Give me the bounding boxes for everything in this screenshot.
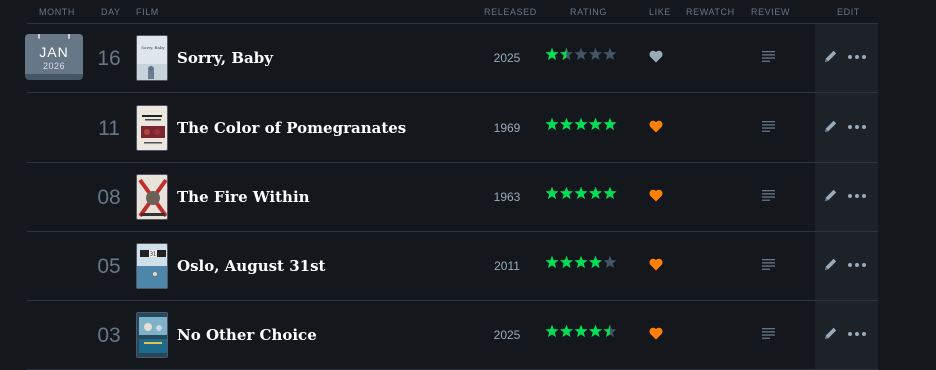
poster-day-number: 31 — [150, 252, 156, 258]
heart-icon[interactable] — [649, 258, 663, 271]
star-empty-icon — [574, 47, 588, 60]
more-options-icon[interactable] — [848, 332, 866, 337]
star-rating — [545, 324, 620, 340]
column-header-month: MONTH — [39, 7, 75, 17]
pencil-edit-icon[interactable] — [823, 257, 838, 272]
pencil-edit-icon[interactable] — [823, 119, 838, 134]
diary-table: MONTH DAY FILM RELEASED RATING LIKE REWA… — [25, 0, 878, 370]
star-full-icon — [603, 117, 617, 130]
star-rating — [545, 186, 620, 202]
column-header-like: LIKE — [649, 7, 671, 17]
star-full-icon — [560, 186, 573, 199]
calendar-ring-icon — [38, 34, 40, 39]
star-full-icon — [560, 117, 573, 130]
more-options-icon[interactable] — [848, 263, 866, 268]
the-color-of-pomegranates-poster[interactable] — [136, 105, 168, 151]
calendar-ring-icon — [68, 34, 70, 39]
pencil-edit-icon[interactable] — [823, 49, 838, 64]
entry-day[interactable]: 08 — [85, 186, 133, 210]
star-full-icon — [574, 186, 588, 199]
star-rating — [545, 47, 620, 63]
column-header-edit: EDIT — [837, 7, 860, 17]
heart-icon[interactable] — [649, 327, 663, 340]
star-full-icon — [589, 324, 602, 337]
heart-icon[interactable] — [649, 50, 663, 63]
film-title-link[interactable]: Oslo, August 31st — [177, 257, 325, 275]
star-rating-icons — [545, 186, 617, 199]
review-lines-icon[interactable] — [762, 190, 775, 201]
column-header-released: RELEASED — [484, 7, 537, 17]
star-rating — [545, 255, 620, 271]
diary-entry-row[interactable]: 08 The Fire Within 1963 — [27, 163, 878, 232]
film-title-link[interactable]: Sorry, Baby — [177, 49, 273, 67]
star-full-icon — [545, 117, 559, 130]
star-rating-icons — [545, 117, 617, 130]
sorry-baby-poster[interactable]: Sorry, Baby — [136, 35, 168, 81]
star-full-icon — [603, 186, 617, 199]
star-full-icon — [560, 324, 573, 337]
table-header: MONTH DAY FILM RELEASED RATING LIKE REWA… — [27, 0, 878, 24]
calendar-month: JAN — [39, 44, 69, 60]
calendar-month-badge[interactable]: JAN 2026 — [25, 34, 83, 80]
poster-title-text: Sorry, Baby — [141, 45, 165, 50]
column-header-film: FILM — [136, 7, 159, 17]
heart-icon[interactable] — [649, 189, 663, 202]
star-rating-icons — [545, 324, 617, 337]
entry-day[interactable]: 05 — [85, 255, 133, 279]
star-full-icon — [589, 117, 602, 130]
release-year[interactable]: 2011 — [482, 259, 532, 273]
star-full-icon — [574, 117, 588, 130]
more-options-icon[interactable] — [848, 125, 866, 130]
entry-day[interactable]: 16 — [85, 47, 133, 71]
star-full-icon — [589, 255, 602, 268]
release-year[interactable]: 2025 — [482, 51, 532, 65]
star-full-icon — [545, 186, 559, 199]
release-year[interactable]: 1963 — [482, 190, 532, 204]
calendar-year: 2026 — [42, 61, 66, 71]
diary-entry-row[interactable]: 11 The Color of Pomegranates 1969 — [27, 94, 878, 163]
star-rating-icons — [545, 255, 617, 268]
star-full-icon — [574, 324, 588, 337]
star-full-icon — [574, 255, 588, 268]
film-title-link[interactable]: No Other Choice — [177, 326, 317, 344]
film-title-link[interactable]: The Color of Pomegranates — [177, 119, 406, 137]
pencil-edit-icon[interactable] — [823, 326, 838, 341]
star-empty-icon — [603, 255, 617, 268]
more-options-icon[interactable] — [848, 55, 866, 60]
star-empty-icon — [589, 47, 602, 60]
release-year[interactable]: 1969 — [482, 121, 532, 135]
diary-entry-row[interactable]: 03 No Other Choice 2025 — [27, 301, 878, 370]
star-full-icon — [545, 255, 559, 268]
star-empty-icon — [603, 47, 617, 60]
entry-day[interactable]: 11 — [85, 117, 133, 141]
pencil-edit-icon[interactable] — [823, 188, 838, 203]
review-lines-icon[interactable] — [762, 328, 775, 339]
column-header-rewatch: REWATCH — [686, 7, 735, 17]
review-lines-icon[interactable] — [762, 51, 775, 62]
column-header-review: REVIEW — [751, 7, 791, 17]
no-other-choice-poster[interactable] — [136, 312, 168, 358]
star-full-icon — [545, 47, 559, 60]
star-rating — [545, 117, 620, 133]
film-title-link[interactable]: The Fire Within — [177, 188, 310, 206]
star-full-icon — [589, 186, 602, 199]
diary-entry-row[interactable]: JAN 2026 16 Sorry, Baby Sorry, Baby 2025 — [25, 24, 878, 93]
oslo-august-31st-poster[interactable]: 31 — [136, 243, 168, 289]
star-full-icon — [545, 324, 559, 337]
entry-day[interactable]: 03 — [85, 324, 133, 348]
the-fire-within-poster[interactable] — [136, 174, 168, 220]
review-lines-icon[interactable] — [762, 259, 775, 270]
star-full-icon — [560, 255, 573, 268]
diary-entry-row[interactable]: 05 31 Oslo, August 31st 2011 — [27, 232, 878, 301]
review-lines-icon[interactable] — [762, 121, 775, 132]
more-options-icon[interactable] — [848, 194, 866, 199]
star-rating-icons — [545, 47, 617, 60]
heart-icon[interactable] — [649, 120, 663, 133]
release-year[interactable]: 2025 — [482, 328, 532, 342]
column-header-day: DAY — [101, 7, 121, 17]
column-header-rating: RATING — [570, 7, 607, 17]
